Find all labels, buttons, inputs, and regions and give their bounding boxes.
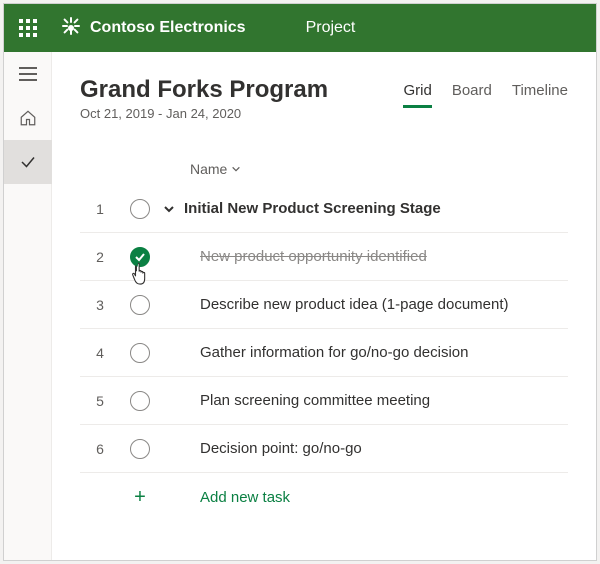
nav-tasks-button[interactable] (4, 140, 52, 184)
add-task-label[interactable]: Add new task (160, 489, 568, 506)
brand-name: Contoso Electronics (90, 19, 246, 37)
chevron-down-icon (231, 164, 241, 174)
main-content: Grand Forks Program Oct 21, 2019 - Jan 2… (52, 52, 596, 560)
task-name[interactable]: Decision point: go/no-go (160, 440, 568, 457)
complete-toggle[interactable] (130, 199, 150, 219)
project-date-range: Oct 21, 2019 - Jan 24, 2020 (80, 106, 328, 121)
complete-toggle[interactable] (130, 343, 150, 363)
project-title: Grand Forks Program (80, 76, 328, 104)
plus-icon[interactable]: + (120, 486, 160, 509)
task-name[interactable]: Initial New Product Screening Stage (178, 200, 568, 217)
row-number: 1 (80, 201, 120, 217)
checkmark-icon (134, 251, 146, 263)
row-number: 3 (80, 297, 120, 313)
home-icon (19, 109, 37, 127)
column-header-name[interactable]: Name (80, 161, 568, 177)
checkmark-icon (19, 153, 37, 171)
app-name[interactable]: Project (306, 19, 356, 37)
task-name[interactable]: New product opportunity identified (160, 248, 568, 265)
task-name[interactable]: Plan screening committee meeting (160, 392, 568, 409)
brand-logo-icon (60, 17, 82, 39)
top-bar: Contoso Electronics Project (4, 4, 596, 52)
nav-home-button[interactable] (4, 96, 52, 140)
complete-toggle[interactable] (130, 247, 150, 267)
left-nav (4, 52, 52, 560)
task-row-summary[interactable]: 1 Initial New Product Screening Stage (80, 185, 568, 233)
column-name-label: Name (190, 161, 227, 177)
tab-grid[interactable]: Grid (403, 82, 431, 108)
task-row[interactable]: 4 Gather information for go/no-go decisi… (80, 329, 568, 377)
app-launcher-icon[interactable] (4, 4, 52, 52)
tab-board[interactable]: Board (452, 82, 492, 108)
complete-toggle[interactable] (130, 391, 150, 411)
task-row[interactable]: 6 Decision point: go/no-go (80, 425, 568, 473)
add-task-row[interactable]: + Add new task (80, 473, 568, 521)
collapse-toggle[interactable] (160, 203, 178, 215)
complete-toggle[interactable] (130, 439, 150, 459)
brand: Contoso Electronics (52, 17, 246, 39)
complete-toggle[interactable] (130, 295, 150, 315)
task-row[interactable]: 5 Plan screening committee meeting (80, 377, 568, 425)
row-number: 6 (80, 441, 120, 457)
hamburger-icon (19, 67, 37, 81)
task-row[interactable]: 3 Describe new product idea (1-page docu… (80, 281, 568, 329)
row-number: 5 (80, 393, 120, 409)
task-rows: 1 Initial New Product Screening Stage 2 (80, 185, 568, 521)
row-number: 4 (80, 345, 120, 361)
task-name[interactable]: Describe new product idea (1-page docume… (160, 296, 568, 313)
task-name[interactable]: Gather information for go/no-go decision (160, 344, 568, 361)
task-row[interactable]: 2 New product opportun (80, 233, 568, 281)
nav-toggle-button[interactable] (4, 52, 52, 96)
tab-timeline[interactable]: Timeline (512, 82, 568, 108)
row-number: 2 (80, 249, 120, 265)
chevron-down-icon (163, 203, 175, 215)
view-tabs: Grid Board Timeline (403, 82, 568, 108)
